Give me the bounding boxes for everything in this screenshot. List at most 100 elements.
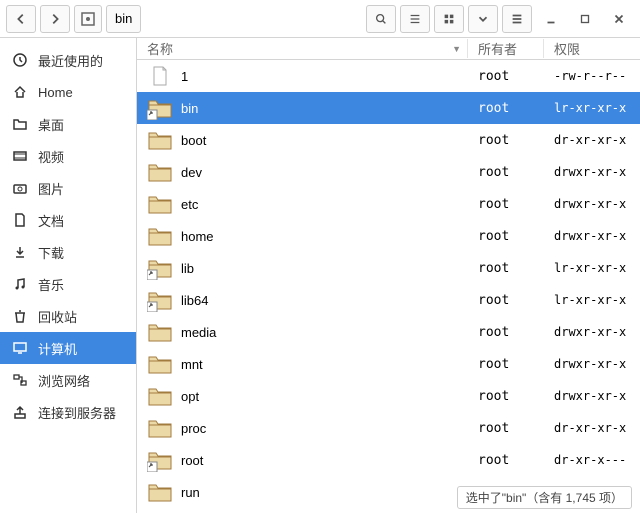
sidebar-item-home[interactable]: Home xyxy=(0,76,136,108)
file-name: opt xyxy=(181,389,199,404)
table-row[interactable]: binrootlr-xr-xr-x xyxy=(137,92,640,124)
table-row[interactable]: rootrootdr-xr-x--- xyxy=(137,444,640,476)
folder-icon xyxy=(147,319,173,345)
forward-button[interactable] xyxy=(40,5,70,33)
file-name: boot xyxy=(181,133,206,148)
file-owner: root xyxy=(468,101,544,116)
sidebar-item-computer[interactable]: 计算机 xyxy=(0,332,136,364)
file-permissions: drwxr-xr-x xyxy=(544,229,640,243)
file-name: run xyxy=(181,485,200,500)
file-owner: root xyxy=(468,165,544,180)
file-permissions: drwxr-xr-x xyxy=(544,389,640,403)
file-name: bin xyxy=(181,101,198,116)
sidebar-item-clock[interactable]: 最近使用的 xyxy=(0,44,136,76)
sidebar-item-label: 下载 xyxy=(38,243,64,262)
file-permissions: dr-xr-x--- xyxy=(544,453,640,467)
file-name: lib64 xyxy=(181,293,208,308)
sidebar-item-label: 图片 xyxy=(38,179,64,198)
table-row[interactable]: etcrootdrwxr-xr-x xyxy=(137,188,640,220)
server-icon xyxy=(12,404,28,420)
back-button[interactable] xyxy=(6,5,36,33)
table-row[interactable]: lib64 rootlr-xr-xr-x xyxy=(137,284,640,316)
file-owner: root xyxy=(468,293,544,308)
file-permissions: lr-xr-xr-x xyxy=(544,293,640,307)
sidebar-item-label: 音乐 xyxy=(38,275,64,294)
minimize-button[interactable] xyxy=(536,5,566,33)
file-name: media xyxy=(181,325,216,340)
sidebar: 最近使用的 Home 桌面视频图片文档下载音乐回收站计算机浏览网络连接到服务器 xyxy=(0,38,137,513)
view-dropdown-button[interactable] xyxy=(468,5,498,33)
file-icon xyxy=(147,63,173,89)
table-row[interactable]: mntrootdrwxr-xr-x xyxy=(137,348,640,380)
main-pane: 名称▼ 所有者 权限 1root-rw-r--r--binrootlr-xr-x… xyxy=(137,38,640,513)
status-bar: 选中了"bin"（含有 1,745 项） xyxy=(457,486,632,509)
view-grid-button[interactable] xyxy=(434,5,464,33)
doc-icon xyxy=(12,212,28,228)
table-row[interactable]: librootlr-xr-xr-x xyxy=(137,252,640,284)
folder-icon xyxy=(147,415,173,441)
view-list-button[interactable] xyxy=(400,5,430,33)
sidebar-item-music[interactable]: 音乐 xyxy=(0,268,136,300)
table-row[interactable]: mediarootdrwxr-xr-x xyxy=(137,316,640,348)
sidebar-item-label: 文档 xyxy=(38,211,64,230)
folder-icon xyxy=(147,191,173,217)
file-owner: root xyxy=(468,453,544,468)
folder-icon xyxy=(147,223,173,249)
trash-icon xyxy=(12,308,28,324)
table-row[interactable]: devrootdrwxr-xr-x xyxy=(137,156,640,188)
sidebar-item-label: 连接到服务器 xyxy=(38,403,116,422)
table-row[interactable]: homerootdrwxr-xr-x xyxy=(137,220,640,252)
folder-icon xyxy=(147,95,173,121)
file-name: home xyxy=(181,229,214,244)
column-headers: 名称▼ 所有者 权限 xyxy=(137,38,640,60)
file-permissions: dr-xr-xr-x xyxy=(544,133,640,147)
sidebar-item-doc[interactable]: 文档 xyxy=(0,204,136,236)
folder-icon xyxy=(147,159,173,185)
clock-icon xyxy=(12,52,28,68)
path-root-button[interactable] xyxy=(74,5,102,33)
sidebar-item-network[interactable]: 浏览网络 xyxy=(0,364,136,396)
path-segment-bin[interactable]: bin xyxy=(106,5,141,33)
file-name: 1 xyxy=(181,69,188,84)
table-row[interactable]: procrootdr-xr-xr-x xyxy=(137,412,640,444)
file-permissions: drwxr-xr-x xyxy=(544,197,640,211)
sidebar-item-download[interactable]: 下载 xyxy=(0,236,136,268)
sort-indicator-icon: ▼ xyxy=(452,44,461,54)
table-row[interactable]: 1root-rw-r--r-- xyxy=(137,60,640,92)
sidebar-item-trash[interactable]: 回收站 xyxy=(0,300,136,332)
column-name[interactable]: 名称▼ xyxy=(137,39,468,58)
close-button[interactable] xyxy=(604,5,634,33)
path-label: bin xyxy=(115,11,132,26)
table-row[interactable]: optrootdrwxr-xr-x xyxy=(137,380,640,412)
column-permissions[interactable]: 权限 xyxy=(544,39,640,58)
file-permissions: drwxr-xr-x xyxy=(544,165,640,179)
menu-button[interactable] xyxy=(502,5,532,33)
sidebar-item-server[interactable]: 连接到服务器 xyxy=(0,396,136,428)
file-owner: root xyxy=(468,197,544,212)
file-name: mnt xyxy=(181,357,203,372)
sidebar-item-camera[interactable]: 图片 xyxy=(0,172,136,204)
sidebar-item-label: 最近使用的 xyxy=(38,51,103,70)
folder-icon xyxy=(147,287,173,313)
sidebar-item-label: 回收站 xyxy=(38,307,77,326)
folder-icon xyxy=(147,383,173,409)
column-owner[interactable]: 所有者 xyxy=(468,39,544,58)
file-name: root xyxy=(181,453,203,468)
file-owner: root xyxy=(468,421,544,436)
folder-icon xyxy=(147,479,173,505)
sidebar-item-label: 桌面 xyxy=(38,115,64,134)
folder-icon xyxy=(147,351,173,377)
file-name: lib xyxy=(181,261,194,276)
computer-icon xyxy=(12,340,28,356)
download-icon xyxy=(12,244,28,260)
search-button[interactable] xyxy=(366,5,396,33)
file-permissions: -rw-r--r-- xyxy=(544,69,640,83)
file-list: 1root-rw-r--r--binrootlr-xr-xr-xbootroot… xyxy=(137,60,640,513)
folder-icon xyxy=(12,116,28,132)
table-row[interactable]: bootrootdr-xr-xr-x xyxy=(137,124,640,156)
maximize-button[interactable] xyxy=(570,5,600,33)
sidebar-item-folder[interactable]: 桌面 xyxy=(0,108,136,140)
sidebar-item-video[interactable]: 视频 xyxy=(0,140,136,172)
sidebar-item-label: 视频 xyxy=(38,147,64,166)
music-icon xyxy=(12,276,28,292)
